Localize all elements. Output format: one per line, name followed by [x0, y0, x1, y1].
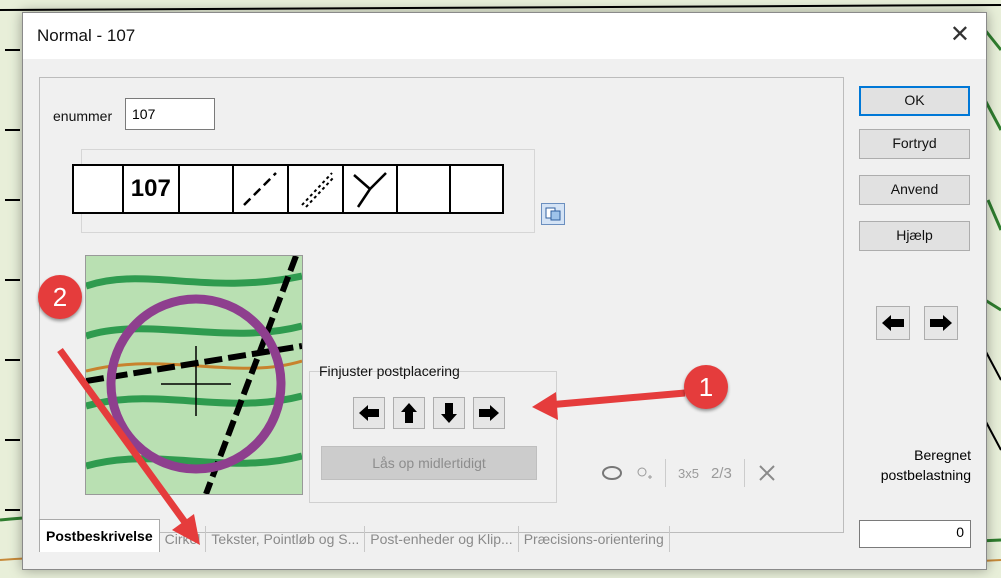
next-control-button[interactable] — [924, 306, 958, 340]
map-preview — [85, 255, 303, 495]
desc-cell-3 — [180, 166, 234, 212]
tab-circle[interactable]: Cirkel — [160, 526, 207, 552]
load-label: Beregnet postbelastning — [880, 447, 971, 483]
control-number-input[interactable] — [125, 98, 215, 130]
desc-cell-path-icon — [234, 166, 289, 212]
circle-tool-icon[interactable] — [601, 465, 623, 481]
fraction-tool-label[interactable]: 2/3 — [711, 465, 732, 482]
fine-adjust-group — [309, 371, 557, 503]
move-right-button[interactable] — [473, 397, 505, 429]
delete-tool-icon[interactable] — [757, 463, 777, 483]
previous-control-button[interactable] — [876, 306, 910, 340]
title-bar: Normal - 107 ✕ — [23, 13, 986, 59]
shape-toolbar: 3x5 2/3 — [601, 459, 777, 487]
desc-cell-1 — [74, 166, 124, 212]
close-icon[interactable]: ✕ — [950, 22, 970, 48]
desc-cell-7 — [398, 166, 452, 212]
tab-control-description[interactable]: Postbeskrivelse — [39, 519, 160, 552]
desc-cell-junction-icon — [344, 166, 398, 212]
undo-button[interactable]: Fortryd — [859, 129, 970, 159]
tab-bar: Postbeskrivelse Cirkel Tekster, Pointløb… — [39, 518, 670, 552]
desc-cell-8 — [451, 166, 502, 212]
tab-control-units[interactable]: Post-enheder og Klip... — [365, 526, 519, 552]
toolbar-divider — [743, 459, 745, 487]
dialog-title: Normal - 107 — [37, 26, 136, 45]
grid-tool-label[interactable]: 3x5 — [678, 466, 699, 481]
desc-cell-track-icon — [289, 166, 345, 212]
move-down-button[interactable] — [433, 397, 465, 429]
annotation-badge-1: 1 — [684, 365, 728, 409]
tab-texts[interactable]: Tekster, Pointløb og S... — [206, 526, 366, 552]
move-up-button[interactable] — [393, 397, 425, 429]
control-number-label: enummer — [53, 108, 113, 124]
ok-button[interactable]: OK — [859, 86, 970, 116]
small-circle-tool-icon[interactable] — [635, 465, 653, 481]
annotation-badge-2: 2 — [38, 275, 82, 319]
move-left-button[interactable] — [353, 397, 385, 429]
unlock-button[interactable]: Lås op midlertidigt — [321, 446, 537, 480]
control-dialog: Normal - 107 ✕ enummer 107 107 Finjuster… — [22, 12, 987, 570]
toolbar-divider — [665, 459, 666, 487]
help-button[interactable]: Hjælp — [859, 221, 970, 251]
desc-cell-code: 107 — [124, 166, 181, 212]
control-description-row[interactable]: 107 — [72, 164, 504, 214]
tab-precision-orienteering[interactable]: Præcisions-orientering — [519, 526, 670, 552]
apply-button[interactable]: Anvend — [859, 175, 970, 205]
copy-icon[interactable] — [541, 203, 565, 225]
load-value-field[interactable]: 0 — [859, 520, 971, 548]
fine-adjust-title: Finjuster postplacering — [319, 363, 460, 379]
